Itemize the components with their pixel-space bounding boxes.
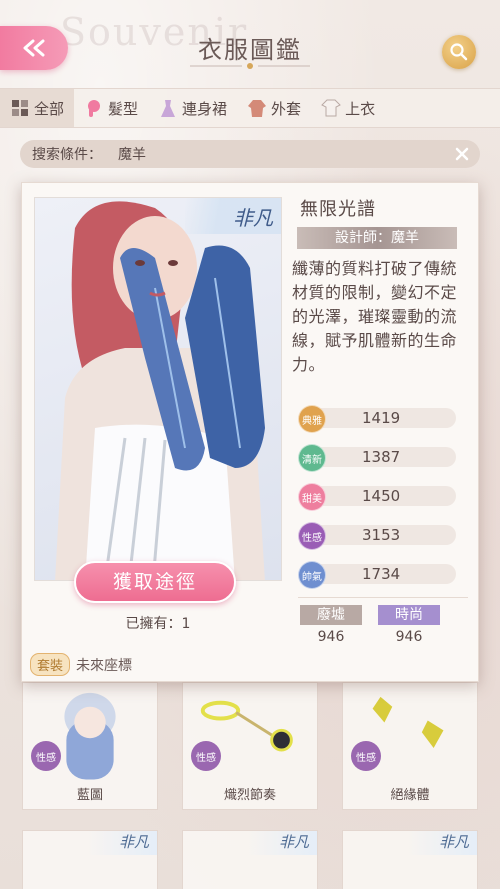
stat-row: 典雅 1419 [298, 405, 458, 433]
search-button[interactable] [442, 35, 476, 69]
designer-label: 設計師：魔羊 [297, 227, 457, 249]
item-name: 藍圖 [76, 788, 103, 803]
style-tag-label: 時尚 [378, 605, 440, 625]
stat-row: 清新 1387 [298, 444, 458, 472]
stat-row: 帥氣 1734 [298, 561, 458, 589]
item-name: 絕緣體 [390, 788, 430, 803]
style-tags: 廢墟 946 時尚 946 [300, 605, 460, 645]
close-icon[interactable] [452, 144, 472, 164]
stat-badge: 清新 [298, 444, 326, 472]
set-tag: 套裝 [30, 653, 71, 676]
filter-value: 魔羊 [118, 147, 146, 163]
style-tag: 廢墟 946 [300, 605, 362, 645]
set-name[interactable]: 未來座標 [76, 655, 132, 675]
title-ornament [190, 63, 310, 69]
stat-row: 甜美 1450 [298, 483, 458, 511]
grid-item[interactable]: 性感 絕緣體 [342, 682, 478, 810]
grid-item[interactable]: 性感 藍圖 [22, 682, 158, 810]
stat-value: 3153 [362, 526, 401, 544]
item-name: 熾烈節奏 [223, 788, 276, 803]
rarity-ribbon: 非凡 [87, 831, 157, 855]
grid-item[interactable]: 非凡 [182, 830, 318, 889]
rarity-label: 非凡 [185, 198, 281, 234]
character-illustration [55, 201, 265, 580]
tab-label: 外套 [271, 99, 302, 118]
item-portrait: 非凡 [34, 197, 282, 581]
grid-item[interactable]: 非凡 [342, 830, 478, 889]
item-description: 纖薄的質料打破了傳統材質的限制，變幻不定的光澤，璀璨靈動的流線，賦予肌體新的生命… [292, 259, 458, 374]
tab-label: 髮型 [108, 99, 139, 118]
rarity-ribbon: 非凡 [247, 831, 317, 855]
stat-value: 1419 [362, 409, 401, 427]
stat-badge: 典雅 [298, 405, 326, 433]
item-detail-popup: 非凡 獲取途徑 已擁有：1 套裝 未來座標 無限光譜 設計師：魔羊 纖薄的質料打… [21, 182, 479, 682]
search-icon [450, 43, 468, 61]
tab-top[interactable]: 上衣 [311, 89, 385, 127]
stat-badge: 性感 [298, 522, 326, 550]
tab-all[interactable]: 全部 [0, 89, 75, 127]
tab-label: 上衣 [345, 99, 376, 118]
stat-badge: 性感 [351, 741, 381, 771]
get-source-button[interactable]: 獲取途徑 [74, 561, 236, 603]
style-tag-value: 946 [395, 629, 423, 645]
filter-label: 搜索條件： [32, 147, 102, 163]
page-title: 衣服圖鑑 [198, 36, 302, 64]
stat-row: 性感 3153 [298, 522, 458, 550]
tab-hair[interactable]: 髮型 [74, 89, 148, 127]
grid-item[interactable]: 性感 熾烈節奏 [182, 682, 318, 810]
owned-count: 已擁有：1 [125, 616, 191, 632]
tab-coat[interactable]: 外套 [237, 89, 311, 127]
stat-value: 1450 [362, 487, 401, 505]
style-tag: 時尚 946 [378, 605, 440, 645]
tab-label: 連身裙 [182, 99, 228, 118]
stat-value: 1387 [362, 448, 401, 466]
coat-icon [248, 100, 267, 117]
divider [298, 597, 468, 598]
stat-badge: 性感 [31, 741, 61, 771]
rarity-ribbon: 非凡 [407, 831, 477, 855]
stat-badge: 甜美 [298, 483, 326, 511]
search-filter-bar[interactable]: 搜索條件： 魔羊 [20, 140, 480, 168]
grid-item[interactable]: 非凡 [22, 830, 158, 889]
stats-list: 典雅 1419 清新 1387 甜美 1450 性感 3153 帥氣 1734 [298, 405, 458, 600]
tab-label: 全部 [34, 99, 65, 118]
category-tabs: 全部 髮型 連身裙 外套 上衣 [0, 88, 500, 128]
stat-badge: 性感 [191, 741, 221, 771]
top-icon [321, 99, 341, 117]
stat-badge: 帥氣 [298, 561, 326, 589]
set-info: 套裝 未來座標 [30, 653, 132, 676]
stat-value: 1734 [362, 565, 401, 583]
grid-icon [12, 100, 28, 116]
style-tag-value: 946 [317, 629, 345, 645]
hair-icon [88, 100, 101, 117]
tab-dress[interactable]: 連身裙 [148, 89, 237, 127]
item-name: 無限光譜 [300, 199, 376, 220]
dress-icon [161, 100, 176, 117]
style-tag-label: 廢墟 [300, 605, 362, 625]
